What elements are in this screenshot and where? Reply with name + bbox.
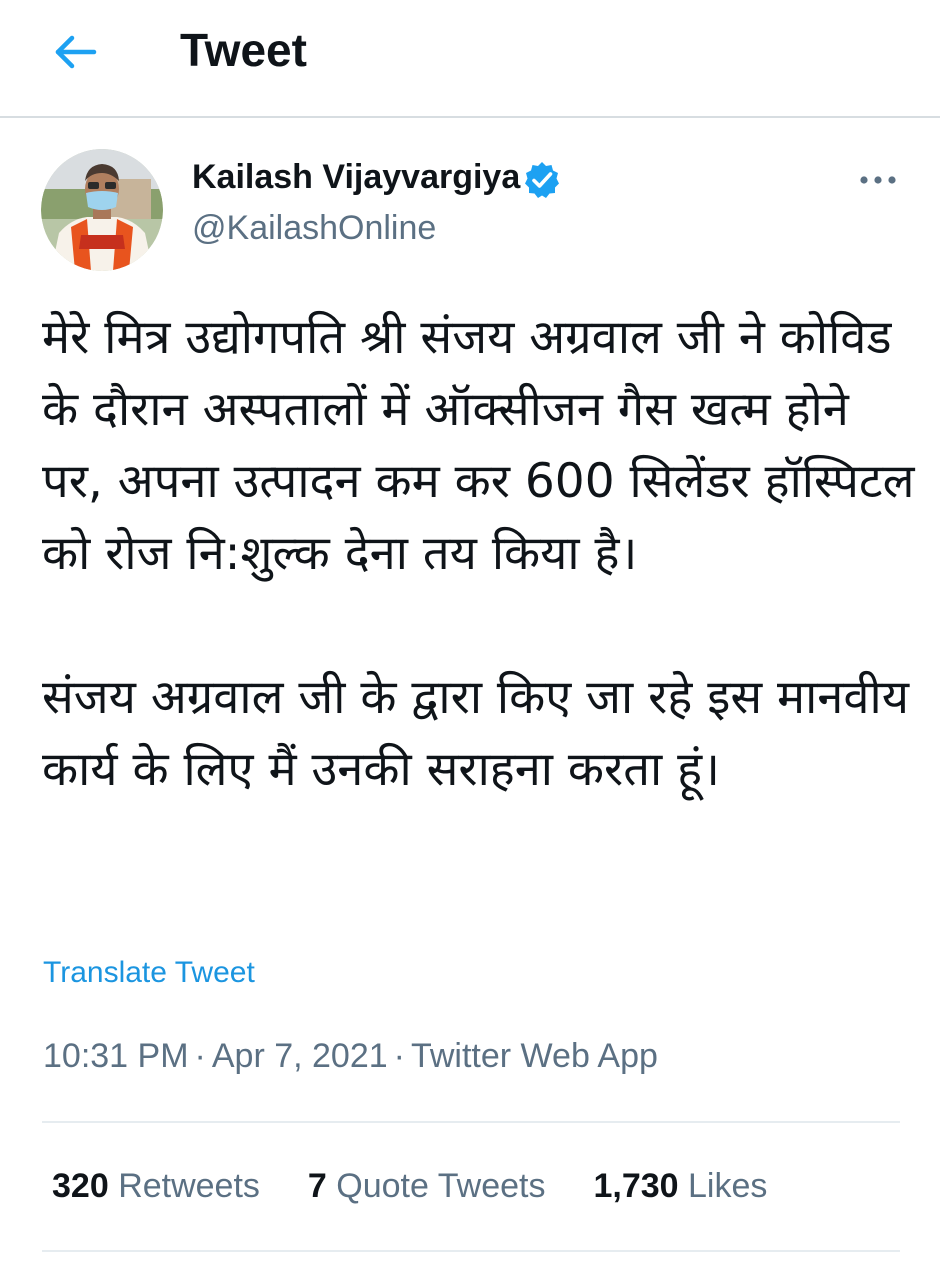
quote-tweets-stat[interactable]: 7 Quote Tweets — [308, 1163, 546, 1209]
divider — [42, 1250, 900, 1252]
back-button[interactable] — [48, 28, 100, 76]
translate-tweet-link[interactable]: Translate Tweet — [43, 954, 255, 992]
tweet-text: मेरे मित्र उद्योगपति श्री संजय अग्रवाल ज… — [42, 310, 915, 797]
more-options-button[interactable] — [852, 160, 904, 200]
quote-tweets-label: Quote Tweets — [336, 1167, 546, 1205]
meta-separator: · — [194, 1037, 206, 1075]
likes-stat[interactable]: 1,730 Likes — [593, 1163, 767, 1209]
tweet-time: 10:31 PM — [43, 1037, 189, 1075]
author-display-name[interactable]: Kailash Vijayvargiya — [192, 154, 520, 200]
tweet-date: Apr 7, 2021 — [211, 1037, 388, 1075]
meta-separator: · — [393, 1037, 405, 1075]
likes-count: 1,730 — [593, 1167, 679, 1205]
top-bar: Tweet — [0, 0, 940, 118]
more-horizontal-icon — [860, 176, 896, 184]
quote-tweets-count: 7 — [307, 1167, 327, 1205]
avatar-image — [41, 149, 163, 271]
tweet-metadata: 10:31 PM · Apr 7, 2021 · Twitter Web App — [43, 1034, 658, 1078]
retweets-count: 320 — [52, 1167, 109, 1205]
page-title: Tweet — [180, 24, 307, 76]
tweet-source[interactable]: Twitter Web App — [411, 1037, 658, 1075]
author-handle[interactable]: @KailashOnline — [192, 205, 436, 251]
arrow-left-icon — [55, 35, 97, 69]
verified-badge — [522, 160, 562, 200]
divider — [42, 1121, 900, 1123]
engagement-stats: 320 Retweets 7 Quote Tweets 1,730 Likes — [52, 1163, 815, 1209]
avatar[interactable] — [41, 149, 163, 271]
verified-badge-icon — [525, 162, 559, 198]
retweets-label: Retweets — [118, 1167, 260, 1205]
likes-label: Likes — [688, 1167, 768, 1205]
retweets-stat[interactable]: 320 Retweets — [52, 1163, 260, 1209]
